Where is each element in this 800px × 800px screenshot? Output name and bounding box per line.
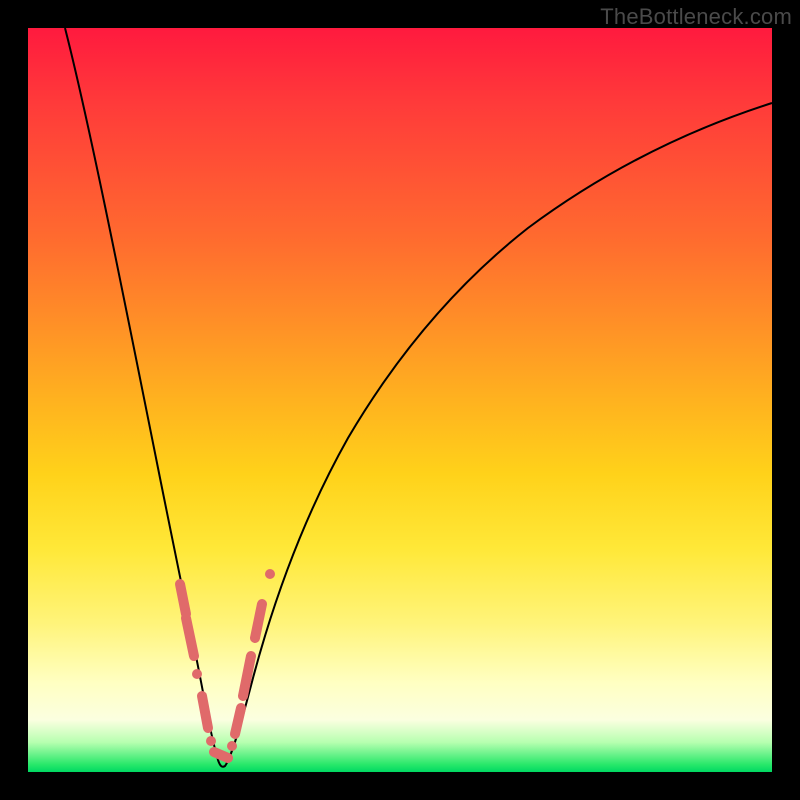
outer-frame: TheBottleneck.com — [0, 0, 800, 800]
marker-seg — [202, 696, 208, 728]
marker-seg — [180, 584, 186, 614]
marker-seg — [186, 618, 194, 656]
chart-svg — [28, 28, 772, 772]
marker-dot — [192, 669, 202, 679]
plot-area — [28, 28, 772, 772]
marker-seg — [235, 708, 241, 734]
bottleneck-curve — [65, 28, 772, 767]
marker-dot — [227, 741, 237, 751]
marker-dot — [206, 736, 216, 746]
marker-seg — [255, 604, 262, 638]
marker-group — [180, 569, 275, 758]
watermark-text: TheBottleneck.com — [600, 4, 792, 30]
marker-dot — [265, 569, 275, 579]
marker-seg — [214, 752, 228, 758]
